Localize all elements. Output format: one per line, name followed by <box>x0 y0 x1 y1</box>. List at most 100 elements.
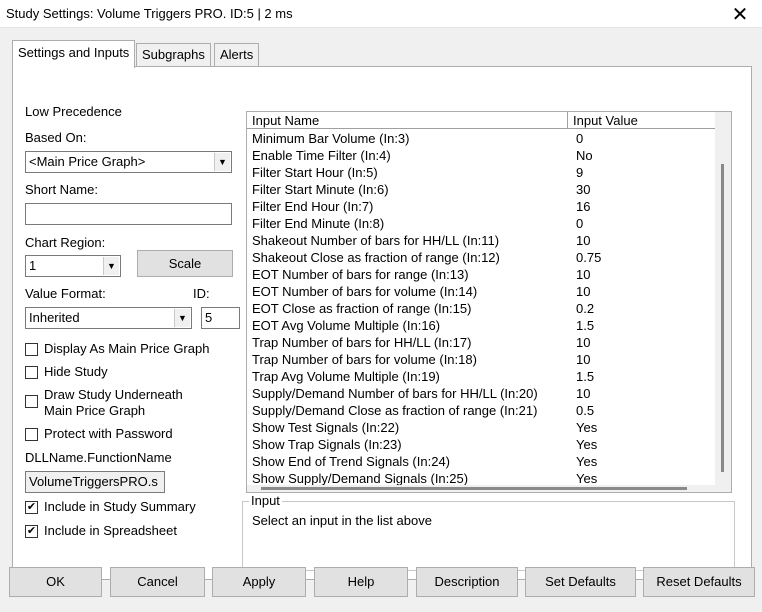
display-main-price-checkbox[interactable]: Display As Main Price Graph <box>25 341 209 356</box>
table-row[interactable]: Trap Avg Volume Multiple (In:19) 1.5 <box>247 368 717 385</box>
input-value-cell[interactable]: 1.5 <box>576 317 594 334</box>
draw-underneath-checkbox[interactable]: Draw Study Underneath Main Price Graph <box>25 387 183 419</box>
input-value-cell[interactable]: Yes <box>576 436 597 453</box>
input-value-cell[interactable]: Yes <box>576 453 597 470</box>
input-value-cell[interactable]: 16 <box>576 198 590 215</box>
table-row[interactable]: Filter End Minute (In:8) 0 <box>247 215 717 232</box>
hide-study-checkbox[interactable]: Hide Study <box>25 364 108 379</box>
table-row[interactable]: Filter End Hour (In:7) 16 <box>247 198 717 215</box>
input-name-cell: EOT Number of bars for volume (In:14) <box>252 284 478 299</box>
table-row[interactable]: Trap Number of bars for volume (In:18) 10 <box>247 351 717 368</box>
title-bar: Study Settings: Volume Triggers PRO. ID:… <box>0 0 762 28</box>
checkbox-box[interactable] <box>25 366 38 379</box>
value-format-value: Inherited <box>29 310 80 325</box>
input-value-cell[interactable]: 10 <box>576 385 590 402</box>
include-spreadsheet-checkbox[interactable]: ✔ Include in Spreadsheet <box>25 523 177 538</box>
input-name-cell: Trap Avg Volume Multiple (In:19) <box>252 369 440 384</box>
short-name-label: Short Name: <box>25 182 98 197</box>
table-row[interactable]: EOT Number of bars for volume (In:14) 10 <box>247 283 717 300</box>
display-main-price-label: Display As Main Price Graph <box>44 341 210 356</box>
table-row[interactable]: Show Test Signals (In:22) Yes <box>247 419 717 436</box>
input-value-cell[interactable]: 10 <box>576 334 590 351</box>
draw-underneath-label: Draw Study Underneath Main Price Graph <box>44 387 183 419</box>
include-summary-checkbox[interactable]: ✔ Include in Study Summary <box>25 499 196 514</box>
protect-password-checkbox[interactable]: Protect with Password <box>25 426 173 441</box>
checkbox-box[interactable] <box>25 343 38 356</box>
chart-region-value: 1 <box>29 258 37 273</box>
input-description: Select an input in the list above <box>252 513 432 528</box>
input-value-cell[interactable]: 0 <box>576 130 583 147</box>
apply-button[interactable]: Apply <box>212 567 306 597</box>
dialog-body: Settings and Inputs Subgraphs Alerts Low… <box>0 28 762 612</box>
hide-study-label: Hide Study <box>44 364 108 379</box>
chevron-down-icon[interactable]: ▼ <box>214 153 230 171</box>
input-value-cell[interactable]: Yes <box>576 419 597 436</box>
id-label: ID: <box>193 286 210 301</box>
column-header-name[interactable]: Input Name <box>247 112 568 129</box>
table-row[interactable]: Show End of Trend Signals (In:24) Yes <box>247 453 717 470</box>
tab-subgraphs[interactable]: Subgraphs <box>136 43 211 67</box>
window-title: Study Settings: Volume Triggers PRO. ID:… <box>6 6 293 21</box>
set-defaults-button[interactable]: Set Defaults <box>525 567 636 597</box>
input-value-cell[interactable]: 0.2 <box>576 300 594 317</box>
table-row[interactable]: Trap Number of bars for HH/LL (In:17) 10 <box>247 334 717 351</box>
chevron-down-icon[interactable]: ▼ <box>174 309 190 327</box>
scrollbar-thumb[interactable] <box>721 164 724 472</box>
table-row[interactable]: Filter Start Minute (In:6) 30 <box>247 181 717 198</box>
input-description-group: Input Select an input in the list above <box>242 493 735 571</box>
vertical-scrollbar[interactable] <box>715 112 731 492</box>
table-row[interactable]: Shakeout Close as fraction of range (In:… <box>247 249 717 266</box>
input-name-cell: Filter End Minute (In:8) <box>252 216 385 231</box>
input-value-cell[interactable]: No <box>576 147 593 164</box>
dll-input[interactable]: VolumeTriggersPRO.s <box>25 471 165 493</box>
table-row[interactable]: EOT Close as fraction of range (In:15) 0.… <box>247 300 717 317</box>
table-row[interactable]: Shakeout Number of bars for HH/LL (In:11… <box>247 232 717 249</box>
input-name-cell: Supply/Demand Close as fraction of range… <box>252 403 538 418</box>
scrollbar-thumb[interactable] <box>261 487 687 490</box>
chart-region-label: Chart Region: <box>25 235 106 250</box>
table-row[interactable]: Supply/Demand Close as fraction of range… <box>247 402 717 419</box>
input-value-cell[interactable]: 10 <box>576 283 590 300</box>
inputs-grid[interactable]: Input Name Input Value Minimum Bar Volum… <box>246 111 732 493</box>
checkmark-icon[interactable]: ✔ <box>25 525 38 538</box>
table-row[interactable]: Filter Start Hour (In:5) 9 <box>247 164 717 181</box>
input-value-cell[interactable]: 30 <box>576 181 590 198</box>
table-row[interactable]: EOT Avg Volume Multiple (In:16) 1.5 <box>247 317 717 334</box>
table-row[interactable]: Supply/Demand Number of bars for HH/LL (… <box>247 385 717 402</box>
close-icon[interactable]: ✕ <box>728 2 752 27</box>
table-row[interactable]: Minimum Bar Volume (In:3) 0 <box>247 130 717 147</box>
input-value-cell[interactable]: 0 <box>576 215 583 232</box>
input-value-cell[interactable]: 10 <box>576 266 590 283</box>
value-format-select[interactable]: Inherited ▼ <box>25 307 192 329</box>
table-row[interactable]: Show Trap Signals (In:23) Yes <box>247 436 717 453</box>
ok-button[interactable]: OK <box>9 567 102 597</box>
description-button[interactable]: Description <box>416 567 518 597</box>
scale-button[interactable]: Scale <box>137 250 233 277</box>
based-on-select[interactable]: <Main Price Graph> ▼ <box>25 151 232 173</box>
input-name-cell: EOT Number of bars for range (In:13) <box>252 267 469 282</box>
checkbox-box[interactable] <box>25 428 38 441</box>
tab-settings-and-inputs[interactable]: Settings and Inputs <box>12 40 136 68</box>
table-row[interactable]: EOT Number of bars for range (In:13) 10 <box>247 266 717 283</box>
input-value-cell[interactable]: 9 <box>576 164 583 181</box>
chevron-down-icon[interactable]: ▼ <box>103 257 119 275</box>
checkmark-icon[interactable]: ✔ <box>25 501 38 514</box>
input-value-cell[interactable]: 0.75 <box>576 249 601 266</box>
input-name-cell: Show End of Trend Signals (In:24) <box>252 454 451 469</box>
tab-alerts[interactable]: Alerts <box>214 43 260 67</box>
input-value-cell[interactable]: 10 <box>576 351 590 368</box>
cancel-button[interactable]: Cancel <box>110 567 205 597</box>
column-header-value[interactable]: Input Value <box>568 112 717 129</box>
input-name-cell: Shakeout Close as fraction of range (In:… <box>252 250 500 265</box>
help-button[interactable]: Help <box>314 567 408 597</box>
reset-defaults-button[interactable]: Reset Defaults <box>643 567 755 597</box>
table-row[interactable]: Enable Time Filter (In:4) No <box>247 147 717 164</box>
checkbox-box[interactable] <box>25 395 38 408</box>
horizontal-scrollbar[interactable] <box>247 485 717 492</box>
input-value-cell[interactable]: 1.5 <box>576 368 594 385</box>
input-value-cell[interactable]: 0.5 <box>576 402 594 419</box>
short-name-input[interactable] <box>25 203 232 225</box>
chart-region-select[interactable]: 1 ▼ <box>25 255 121 277</box>
input-value-cell[interactable]: 10 <box>576 232 590 249</box>
id-input[interactable]: 5 <box>201 307 240 329</box>
